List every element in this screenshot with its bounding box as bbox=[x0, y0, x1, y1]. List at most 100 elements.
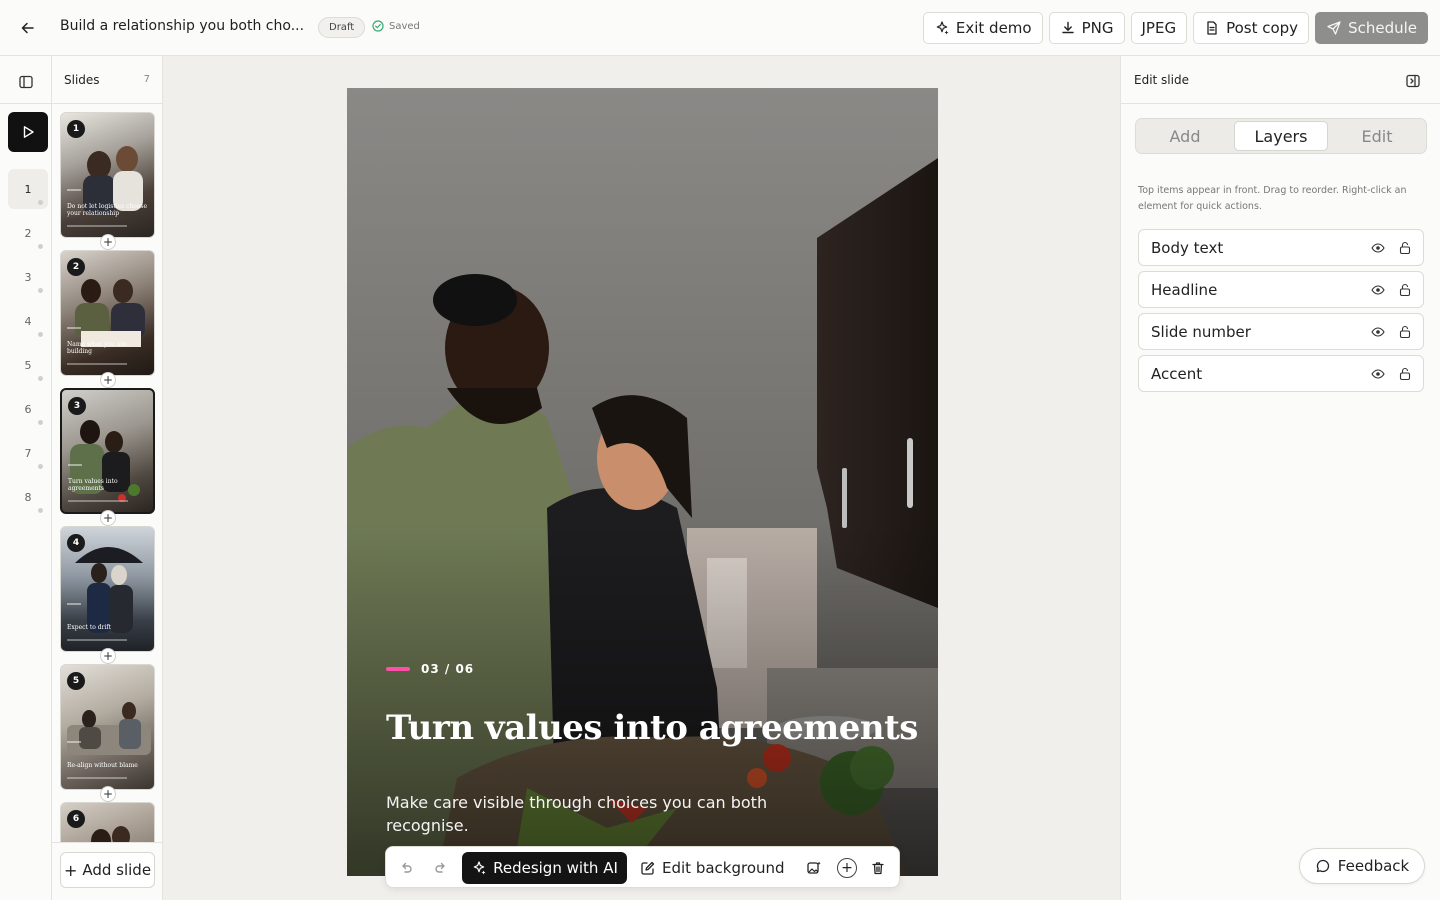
slides-count: 7 bbox=[143, 74, 150, 85]
rail-number: 5 bbox=[24, 358, 32, 372]
thumbnail-accent bbox=[67, 327, 81, 329]
slide-accent-bar[interactable] bbox=[386, 667, 410, 671]
image-ai-button[interactable] bbox=[802, 856, 826, 880]
thumbnail-caption: Name what you are building bbox=[67, 341, 127, 355]
rail-number: 1 bbox=[24, 182, 32, 196]
delete-slide-button[interactable] bbox=[866, 856, 890, 880]
insert-slide-button[interactable]: + bbox=[100, 510, 116, 526]
exit-demo-button[interactable]: Exit demo bbox=[922, 12, 1043, 44]
jpeg-label: JPEG bbox=[1141, 19, 1177, 37]
thumbnail-body bbox=[68, 500, 128, 502]
document-icon bbox=[1207, 21, 1217, 35]
rail-slide-6[interactable]: 6 bbox=[8, 389, 48, 429]
slide-thumbnail-5[interactable]: 5 Re-align without blame bbox=[60, 664, 155, 790]
layer-row-body-text[interactable]: Body text bbox=[1138, 229, 1424, 266]
add-slide-label: Add slide bbox=[82, 861, 152, 879]
redesign-label: Redesign with AI bbox=[493, 859, 618, 877]
thumbnail-number: 2 bbox=[67, 258, 85, 276]
undo-button[interactable] bbox=[394, 856, 418, 880]
feedback-button[interactable]: Feedback bbox=[1299, 848, 1425, 884]
rail-slide-3[interactable]: 3 bbox=[8, 257, 48, 297]
document-title[interactable]: Build a relationship you both cho... bbox=[60, 18, 304, 34]
rail-number: 4 bbox=[24, 314, 32, 328]
edit-background-button[interactable]: Edit background bbox=[640, 852, 785, 884]
slide-number-rail: 1 2 3 4 5 6 7 8 bbox=[0, 56, 52, 900]
thumbnail-caption: Re-align without blame bbox=[67, 762, 138, 769]
post-copy-label: Post copy bbox=[1226, 19, 1299, 37]
rail-slide-1[interactable]: 1 bbox=[8, 169, 48, 209]
image-sparkle-icon bbox=[807, 861, 821, 874]
sparkle-icon bbox=[473, 861, 486, 875]
unlock-icon[interactable] bbox=[1398, 283, 1412, 297]
insert-slide-button[interactable]: + bbox=[100, 786, 116, 802]
slide-thumbnail-2[interactable]: 2 Name what you are building bbox=[60, 250, 155, 376]
rail-slide-8[interactable]: 8 bbox=[8, 477, 48, 517]
slide-thumbnail-1[interactable]: 1 Do not let logistics choose your relat… bbox=[60, 112, 155, 238]
png-button[interactable]: PNG bbox=[1048, 12, 1125, 44]
rail-slide-7[interactable]: 7 bbox=[8, 433, 48, 473]
thumbnail-body bbox=[67, 225, 127, 227]
insert-slide-button[interactable]: + bbox=[100, 372, 116, 388]
thumbnail-accent bbox=[67, 603, 81, 605]
thumbnail-accent bbox=[67, 189, 81, 191]
eye-icon[interactable] bbox=[1371, 241, 1385, 255]
thumbnail-body bbox=[67, 639, 127, 641]
jpeg-button[interactable]: JPEG bbox=[1130, 12, 1188, 44]
rail-slide-2[interactable]: 2 bbox=[8, 213, 48, 253]
layer-row-headline[interactable]: Headline bbox=[1138, 271, 1424, 308]
slide-thumbnail-4[interactable]: 4 Expect to drift bbox=[60, 526, 155, 652]
eye-icon[interactable] bbox=[1371, 325, 1385, 339]
tab-add[interactable]: Add bbox=[1138, 121, 1232, 151]
layer-row-slide-number[interactable]: Slide number bbox=[1138, 313, 1424, 350]
panel-tabs: Add Layers Edit bbox=[1135, 118, 1427, 154]
insert-slide-button[interactable]: + bbox=[100, 234, 116, 250]
rail-slide-5[interactable]: 5 bbox=[8, 345, 48, 385]
plus-icon: + bbox=[841, 860, 853, 876]
panel-collapse-icon bbox=[1406, 74, 1420, 88]
layer-row-accent[interactable]: Accent bbox=[1138, 355, 1424, 392]
slides-panel: Slides 7 1 Do not let logistics choose y… bbox=[52, 56, 163, 900]
thumbnail-accent bbox=[68, 464, 82, 466]
eye-icon[interactable] bbox=[1371, 367, 1385, 381]
back-button[interactable] bbox=[14, 14, 42, 42]
tab-layers[interactable]: Layers bbox=[1234, 121, 1328, 151]
saved-status: Saved bbox=[372, 20, 420, 32]
plus-icon: + bbox=[102, 787, 114, 801]
thumbnail-number: 5 bbox=[67, 672, 85, 690]
layers-help-text: Top items appear in front. Drag to reord… bbox=[1138, 185, 1407, 212]
thumbnail-caption: Do not let logistics choose your relatio… bbox=[67, 203, 148, 217]
present-button[interactable] bbox=[8, 112, 48, 152]
toggle-sidebar-button[interactable] bbox=[14, 70, 38, 94]
schedule-button[interactable]: Schedule bbox=[1315, 12, 1428, 44]
eye-icon[interactable] bbox=[1371, 283, 1385, 297]
download-icon bbox=[1061, 21, 1074, 34]
exit-demo-label: Exit demo bbox=[955, 19, 1032, 37]
rail-number: 6 bbox=[24, 402, 32, 416]
redo-icon bbox=[435, 862, 445, 873]
unlock-icon[interactable] bbox=[1398, 325, 1412, 339]
slide-number-text[interactable]: 03 / 06 bbox=[421, 662, 474, 676]
collapse-panel-button[interactable] bbox=[1402, 70, 1424, 92]
tab-edit[interactable]: Edit bbox=[1330, 121, 1424, 151]
plus-icon: + bbox=[102, 511, 114, 525]
slide-headline[interactable]: Turn values into agreements bbox=[386, 708, 918, 748]
insert-slide-button[interactable]: + bbox=[100, 648, 116, 664]
redo-button[interactable] bbox=[429, 856, 453, 880]
plus-icon: + bbox=[102, 649, 114, 663]
post-copy-button[interactable]: Post copy bbox=[1193, 12, 1310, 44]
rail-slide-4[interactable]: 4 bbox=[8, 301, 48, 341]
slide-thumbnail-3[interactable]: 3 Turn values into agreements bbox=[60, 388, 155, 514]
slide-body-text[interactable]: Make care visible through choices you ca… bbox=[386, 791, 806, 837]
check-circle-icon bbox=[372, 20, 384, 32]
divider bbox=[0, 103, 52, 104]
unlock-icon[interactable] bbox=[1398, 367, 1412, 381]
unlock-icon[interactable] bbox=[1398, 241, 1412, 255]
redesign-with-ai-button[interactable]: Redesign with AI bbox=[462, 852, 627, 884]
status-dot bbox=[38, 244, 43, 249]
rail-number: 8 bbox=[24, 490, 32, 504]
saved-label: Saved bbox=[389, 20, 420, 32]
status-dot bbox=[38, 332, 43, 337]
add-element-button[interactable]: + bbox=[837, 858, 857, 878]
add-slide-button[interactable]: + Add slide bbox=[60, 852, 155, 888]
slide-preview[interactable]: 03 / 06 Turn values into agreements Make… bbox=[347, 88, 938, 876]
